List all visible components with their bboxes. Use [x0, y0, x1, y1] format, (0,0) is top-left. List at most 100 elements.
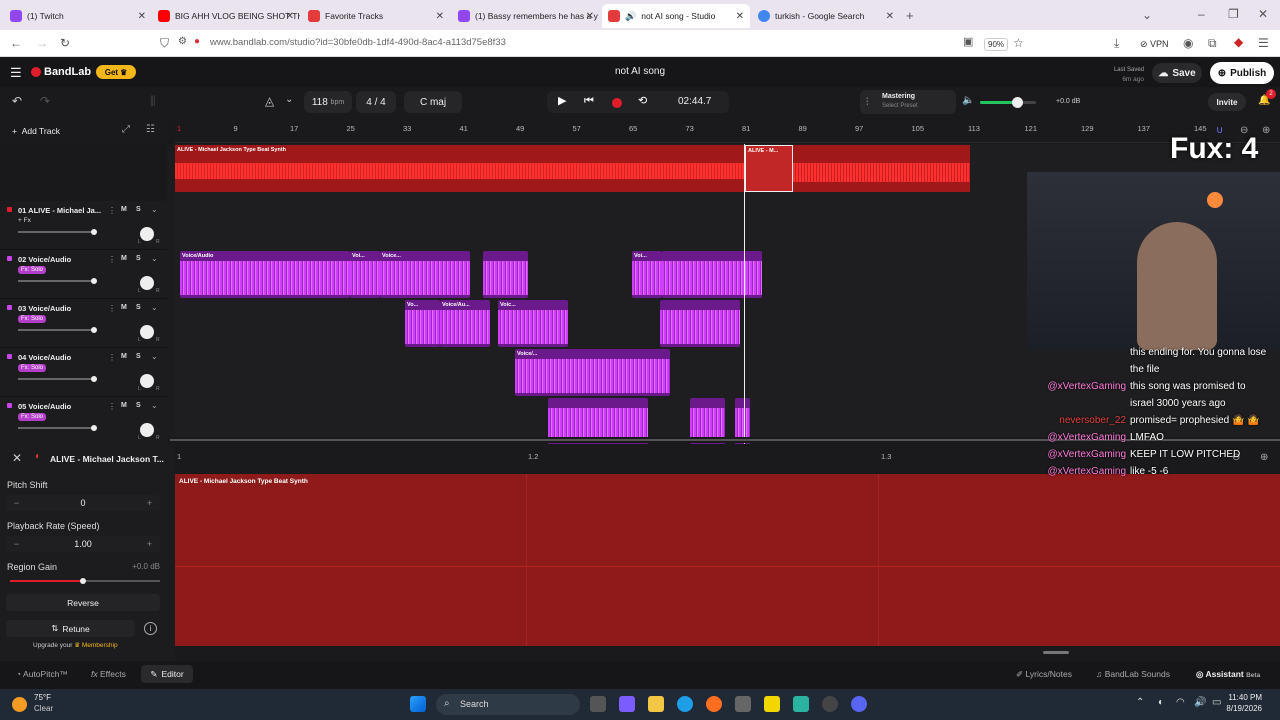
- close-icon[interactable]: ✕: [138, 11, 146, 22]
- bookmark-star-icon[interactable]: ☆: [1013, 37, 1024, 49]
- beat-clip-selected[interactable]: ALIVE - M...: [745, 145, 793, 192]
- pan-knob[interactable]: [140, 325, 154, 339]
- metronome-icon[interactable]: ◬: [265, 95, 274, 107]
- fx-badge[interactable]: + Fx: [18, 217, 31, 224]
- fx-badge[interactable]: Fx: Solo: [18, 266, 47, 274]
- retune-button[interactable]: ⇅ Retune: [6, 620, 135, 637]
- pitch-shift-stepper[interactable]: − 0 +: [6, 495, 160, 511]
- chat-username[interactable]: neversober_22: [1040, 415, 1126, 426]
- track-name[interactable]: 03 Voice/Audio: [18, 304, 71, 313]
- shield-icon[interactable]: ⛉: [160, 37, 169, 49]
- upgrade-text[interactable]: Upgrade your ♛ Membership: [33, 641, 118, 649]
- volume-knob[interactable]: [91, 278, 97, 284]
- track-volume-slider[interactable]: [18, 278, 97, 284]
- mute-button[interactable]: M: [121, 255, 127, 262]
- chat-username[interactable]: @xVertexGaming: [1040, 432, 1126, 443]
- audio-clip[interactable]: Voice/Au...: [440, 300, 490, 347]
- clock-date[interactable]: 8/19/2026: [1212, 704, 1262, 713]
- notes-icon[interactable]: [764, 696, 780, 712]
- mute-button[interactable]: M: [121, 304, 127, 311]
- tray-chevron-icon[interactable]: ⌃: [1136, 698, 1144, 708]
- close-editor-icon[interactable]: ✕: [12, 452, 22, 464]
- extensions-icon[interactable]: ⧉: [1208, 37, 1217, 49]
- track-more-icon[interactable]: ⋮: [108, 255, 116, 264]
- track-header[interactable]: 01 ALIVE - Michael Ja... + Fx ⋮ M S ⌄ L …: [0, 201, 167, 250]
- info-icon[interactable]: i: [144, 622, 157, 635]
- speaker-tray-icon[interactable]: ◐: [1158, 698, 1164, 708]
- solo-button[interactable]: S: [136, 402, 141, 409]
- audio-clip[interactable]: Voi...: [632, 251, 662, 298]
- editor-region[interactable]: ALIVE - Michael Jackson Type Beat Synth: [175, 474, 1280, 646]
- editor-zoom-in-icon[interactable]: ⊕: [1260, 453, 1268, 463]
- mic-icon[interactable]: ●: [194, 37, 200, 47]
- reload-icon[interactable]: ↻: [60, 37, 70, 49]
- close-icon[interactable]: ✕: [586, 11, 594, 22]
- windows-start-icon[interactable]: [410, 696, 426, 712]
- track-header[interactable]: 03 Voice/Audio Fx: Solo ⋮ M S ⌄ L R: [0, 299, 167, 348]
- discord-icon[interactable]: [851, 696, 867, 712]
- tab-sounds[interactable]: ♫ BandLab Sounds: [1096, 669, 1170, 679]
- volume-tray-icon[interactable]: 🔊: [1194, 698, 1206, 708]
- invite-button[interactable]: Invite: [1208, 93, 1246, 111]
- chevron-down-icon[interactable]: ⌄: [151, 254, 158, 263]
- playhead[interactable]: [744, 144, 745, 444]
- close-icon[interactable]: ✕: [286, 11, 294, 22]
- redo-icon[interactable]: ↷: [40, 95, 50, 107]
- chevron-down-icon[interactable]: ⌄: [151, 205, 158, 214]
- gain-knob[interactable]: [80, 578, 86, 584]
- audio-clip[interactable]: [660, 300, 740, 347]
- track-name[interactable]: 01 ALIVE - Michael Ja...: [18, 206, 101, 215]
- audio-clip[interactable]: Voice...: [380, 251, 470, 298]
- browser-tab-youtube[interactable]: BIG AHH VLOG BEING SHOT TH ✕: [152, 4, 300, 28]
- pan-knob[interactable]: [140, 227, 154, 241]
- clock-time[interactable]: 11:40 PM: [1212, 693, 1262, 702]
- menu-icon[interactable]: ☰: [1258, 37, 1269, 49]
- track-volume-slider[interactable]: [18, 327, 97, 333]
- record-icon[interactable]: [612, 98, 622, 108]
- chat-username[interactable]: @xVertexGaming: [1040, 466, 1126, 477]
- close-icon[interactable]: ✕: [436, 11, 444, 22]
- chevron-down-icon[interactable]: ⌄: [151, 401, 158, 410]
- vpn-button[interactable]: ⊘ VPN: [1140, 39, 1169, 50]
- close-icon[interactable]: ✕: [886, 11, 894, 22]
- playback-rate-stepper[interactable]: − 1.00 +: [6, 536, 160, 552]
- obs-icon[interactable]: [822, 696, 838, 712]
- fx-badge[interactable]: Fx: Solo: [18, 413, 47, 421]
- permissions-icon[interactable]: ⚙: [178, 37, 187, 47]
- file-explorer-icon[interactable]: [648, 696, 664, 712]
- firefox-icon[interactable]: [706, 696, 722, 712]
- mute-button[interactable]: M: [121, 402, 127, 409]
- decrement-icon[interactable]: −: [14, 539, 19, 549]
- track-more-icon[interactable]: ⋮: [108, 206, 116, 215]
- tab-autopitch[interactable]: ◔ AutoPitch™: [16, 669, 68, 679]
- track-more-icon[interactable]: ⋮: [108, 402, 116, 411]
- tab-lyrics[interactable]: ✐ Lyrics/Notes: [1016, 669, 1072, 680]
- play-icon[interactable]: ▶: [558, 96, 566, 107]
- region-gain-slider[interactable]: [10, 578, 160, 584]
- track-more-icon[interactable]: ⋮: [108, 304, 116, 313]
- task-view-icon[interactable]: [590, 696, 606, 712]
- mixer-icon[interactable]: ⫼: [150, 95, 156, 107]
- track-more-icon[interactable]: ⋮: [108, 353, 116, 362]
- audio-clip[interactable]: Vo...: [405, 300, 440, 347]
- editor-scroll-thumb[interactable]: [1043, 651, 1069, 654]
- tempo-field[interactable]: 118 bpm: [304, 91, 352, 113]
- master-volume-slider[interactable]: [980, 97, 1036, 108]
- fx-badge[interactable]: Fx: Solo: [18, 315, 47, 323]
- audio-clip[interactable]: [662, 251, 762, 298]
- pan-knob[interactable]: [140, 276, 154, 290]
- tab-editor[interactable]: ✎ Editor: [141, 665, 193, 683]
- edge-icon[interactable]: [677, 696, 693, 712]
- fx-badge[interactable]: Fx: Solo: [18, 364, 47, 372]
- zoom-in-icon[interactable]: ⊕: [1262, 126, 1270, 136]
- audio-clip[interactable]: Voic...: [498, 300, 568, 347]
- track-name[interactable]: 02 Voice/Audio: [18, 255, 71, 264]
- volume-knob[interactable]: [1012, 97, 1023, 108]
- download-icon[interactable]: ⤓: [1114, 37, 1119, 49]
- browser-tab-favorite-tracks[interactable]: Favorite Tracks ✕: [302, 4, 450, 28]
- minimize-icon[interactable]: –: [1198, 8, 1205, 20]
- project-title[interactable]: not AI song: [590, 66, 690, 77]
- time-signature-field[interactable]: 4 / 4: [356, 91, 396, 113]
- browser-tab-twitch[interactable]: (1) Twitch ✕: [4, 4, 152, 28]
- audio-clip[interactable]: [483, 251, 528, 298]
